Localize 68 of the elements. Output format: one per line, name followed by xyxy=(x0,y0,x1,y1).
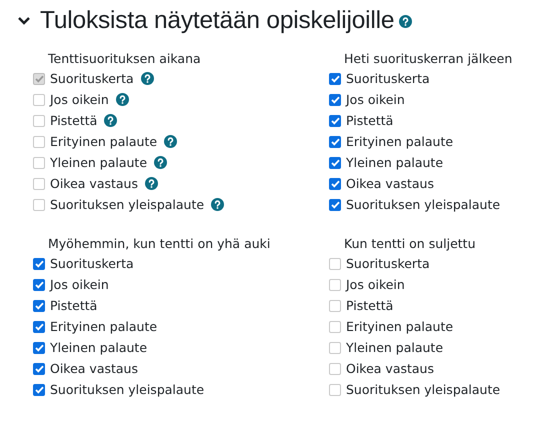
checkbox[interactable] xyxy=(33,384,45,396)
checkbox[interactable] xyxy=(329,384,341,396)
checkbox[interactable] xyxy=(33,320,45,332)
checkbox-label: Jos oikein xyxy=(346,92,405,107)
checkbox-label: Suorituksen yleispalaute xyxy=(346,382,500,397)
checkbox-label: Suorituskerta xyxy=(50,256,134,271)
checkbox-label: Oikea vastaus xyxy=(346,176,434,191)
checkbox[interactable] xyxy=(33,278,45,290)
help-icon[interactable] xyxy=(145,177,158,190)
checkbox[interactable] xyxy=(329,114,341,126)
checkbox-label: Suorituksen yleispalaute xyxy=(50,382,204,397)
checkbox[interactable] xyxy=(33,342,45,354)
checkbox-label: Erityinen palaute xyxy=(346,319,454,334)
checkbox-label: Pistettä xyxy=(346,113,394,128)
checkbox[interactable] xyxy=(329,156,341,168)
help-icon[interactable] xyxy=(116,93,129,106)
checkbox[interactable] xyxy=(329,362,341,374)
chevron-icon[interactable] xyxy=(17,16,31,26)
group-title: Heti suorituskerran jälkeen xyxy=(344,50,514,68)
checkbox-label: Yleinen palaute xyxy=(50,340,148,355)
checkbox[interactable] xyxy=(33,198,45,210)
checkbox[interactable] xyxy=(33,136,45,148)
checkbox[interactable] xyxy=(33,178,45,190)
checkbox-label: Pistettä xyxy=(50,298,98,313)
checkbox[interactable] xyxy=(33,156,45,168)
checkbox[interactable] xyxy=(33,94,45,106)
help-icon[interactable] xyxy=(211,198,224,211)
checkbox[interactable] xyxy=(329,320,341,332)
group-title: Myöhemmin, kun tentti on yhä auki xyxy=(48,235,272,253)
checkbox-label: Pistettä xyxy=(50,113,98,128)
checkbox-label: Suorituskerta xyxy=(346,71,430,86)
checkbox-label: Yleinen palaute xyxy=(346,155,444,170)
group-title: Kun tentti on suljettu xyxy=(344,235,476,253)
checkbox-label: Jos oikein xyxy=(50,277,109,292)
checkbox[interactable] xyxy=(33,114,45,126)
checkbox-label: Erityinen palaute xyxy=(346,134,454,149)
checkbox-label: Yleinen palaute xyxy=(50,155,148,170)
checkbox[interactable] xyxy=(329,72,341,84)
checkbox[interactable] xyxy=(329,198,341,210)
checkbox[interactable] xyxy=(329,94,341,106)
checkbox-label: Pistettä xyxy=(346,298,394,313)
help-icon[interactable] xyxy=(154,156,168,169)
checkbox[interactable] xyxy=(329,342,341,354)
checkbox-label: Oikea vastaus xyxy=(50,176,138,191)
checkbox[interactable] xyxy=(329,258,341,270)
checkbox-label: Suorituksen yleispalaute xyxy=(50,197,204,212)
checkbox[interactable] xyxy=(329,178,341,190)
checkbox-label: Oikea vastaus xyxy=(346,361,434,376)
checkbox-label: Suorituskerta xyxy=(50,71,134,86)
checkbox[interactable] xyxy=(329,136,341,148)
checkbox[interactable] xyxy=(33,258,45,270)
checkbox[interactable] xyxy=(33,362,45,374)
checkbox-label: Suorituskerta xyxy=(346,256,430,271)
checkbox-label: Suorituksen yleispalaute xyxy=(346,197,500,212)
checkbox[interactable] xyxy=(329,300,341,312)
help-icon[interactable] xyxy=(164,135,178,148)
help-icon[interactable] xyxy=(104,114,118,127)
checkbox-label: Jos oikein xyxy=(50,92,109,107)
checkbox[interactable] xyxy=(33,300,45,312)
help-icon[interactable] xyxy=(399,14,412,28)
checkbox-label: Erityinen palaute xyxy=(50,134,158,149)
checkbox-label: Jos oikein xyxy=(346,277,405,292)
checkbox-label: Yleinen palaute xyxy=(346,340,444,355)
checkbox-label: Erityinen palaute xyxy=(50,319,158,334)
group-title: Tenttisuorituksen aikana xyxy=(48,50,202,68)
checkbox-label: Oikea vastaus xyxy=(50,361,138,376)
section-title: Tuloksista näytetään opiskelijoille xyxy=(40,7,394,35)
checkbox[interactable] xyxy=(329,278,341,290)
